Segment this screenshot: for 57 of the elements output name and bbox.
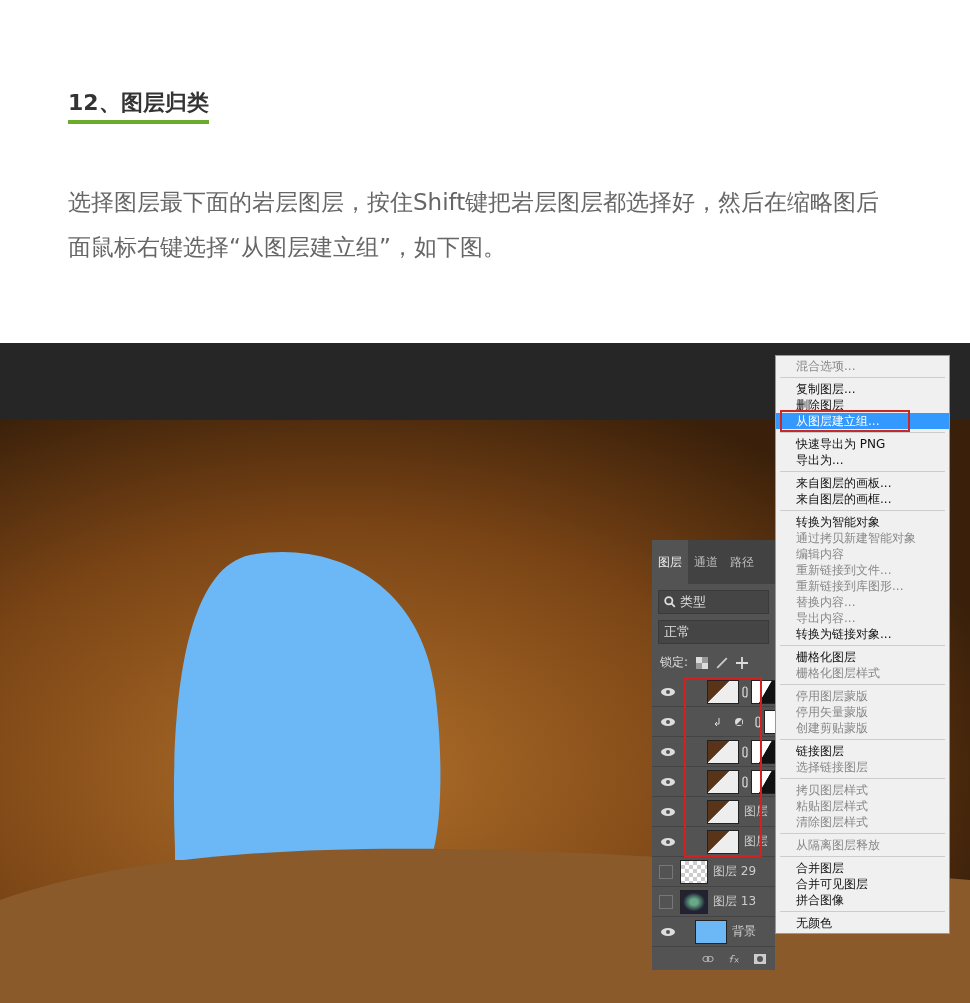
instruction-paragraph: 选择图层最下面的岩层图层，按住Shift键把岩层图层都选择好，然后在缩略图后面鼠标右键选择“从图层建立组”，如下图。 bbox=[68, 188, 881, 262]
section-heading: 12、图层归类 bbox=[68, 88, 209, 124]
eye-icon[interactable] bbox=[660, 686, 676, 697]
blend-mode-dropdown[interactable]: 正常 bbox=[658, 620, 769, 644]
layer-name[interactable]: 背景 bbox=[732, 923, 756, 940]
menu-item[interactable]: 合并可见图层 bbox=[776, 876, 949, 892]
eye-icon[interactable] bbox=[660, 746, 676, 757]
fx-icon[interactable] bbox=[728, 953, 740, 965]
menu-item[interactable]: 转换为链接对象... bbox=[776, 626, 949, 642]
eye-icon[interactable] bbox=[660, 776, 676, 787]
eye-icon[interactable] bbox=[660, 836, 676, 847]
link-icon bbox=[755, 715, 761, 728]
menu-item[interactable]: 复制图层... bbox=[776, 381, 949, 397]
layer-name[interactable]: 图层 29 bbox=[713, 863, 757, 880]
eye-icon[interactable] bbox=[660, 806, 676, 817]
menu-item[interactable]: 快速导出为 PNG bbox=[776, 436, 949, 452]
menu-item[interactable]: 来自图层的画框... bbox=[776, 491, 949, 507]
layer-thumbnail bbox=[707, 679, 739, 704]
mask-icon[interactable] bbox=[754, 953, 766, 965]
menu-item[interactable]: 导出为... bbox=[776, 452, 949, 468]
layer-thumbnail bbox=[707, 769, 739, 794]
panel-tab[interactable]: 图层 bbox=[652, 540, 688, 584]
mask-thumbnail bbox=[751, 769, 775, 794]
search-icon bbox=[664, 596, 676, 608]
adjustment-icon bbox=[734, 716, 744, 727]
layer-thumbnail bbox=[707, 799, 739, 824]
menu-item[interactable]: 拼合图像 bbox=[776, 892, 949, 908]
brush-icon[interactable] bbox=[716, 656, 729, 669]
menu-item[interactable]: 链接图层 bbox=[776, 743, 949, 759]
menu-item[interactable]: 转换为智能对象 bbox=[776, 514, 949, 530]
link-icon bbox=[742, 775, 748, 788]
checker-icon[interactable] bbox=[696, 656, 709, 669]
layer-thumbnail bbox=[707, 829, 739, 854]
link-icon bbox=[742, 745, 748, 758]
menu-item[interactable]: 合并图层 bbox=[776, 860, 949, 876]
lock-label: 锁定: bbox=[660, 654, 689, 671]
clip-arrow-icon bbox=[713, 716, 723, 727]
layer-name[interactable]: 图层 13 bbox=[713, 893, 757, 910]
filter-dropdown[interactable]: 类型 bbox=[658, 590, 769, 614]
eye-icon[interactable] bbox=[660, 716, 676, 727]
menu-item[interactable]: 来自图层的画板... bbox=[776, 475, 949, 491]
link-icon bbox=[742, 685, 748, 698]
blend-mode-label: 正常 bbox=[664, 623, 690, 641]
layer-thumbnail bbox=[695, 919, 727, 944]
mask-thumbnail bbox=[751, 679, 775, 704]
link-icon[interactable] bbox=[702, 953, 714, 965]
eye-icon[interactable] bbox=[660, 926, 676, 937]
layer-thumbnail bbox=[680, 859, 708, 884]
move-icon[interactable] bbox=[736, 656, 749, 669]
filter-label: 类型 bbox=[680, 593, 706, 611]
menu-item[interactable]: 栅格化图层 bbox=[776, 649, 949, 665]
layer-thumbnail bbox=[707, 739, 739, 764]
menu-item[interactable]: 删除图层 bbox=[776, 397, 949, 413]
mask-thumbnail bbox=[751, 739, 775, 764]
layer-thumbnail bbox=[680, 889, 708, 914]
menu-item[interactable]: 无颜色 bbox=[776, 915, 949, 931]
menu-item[interactable]: 从图层建立组... bbox=[776, 413, 949, 429]
